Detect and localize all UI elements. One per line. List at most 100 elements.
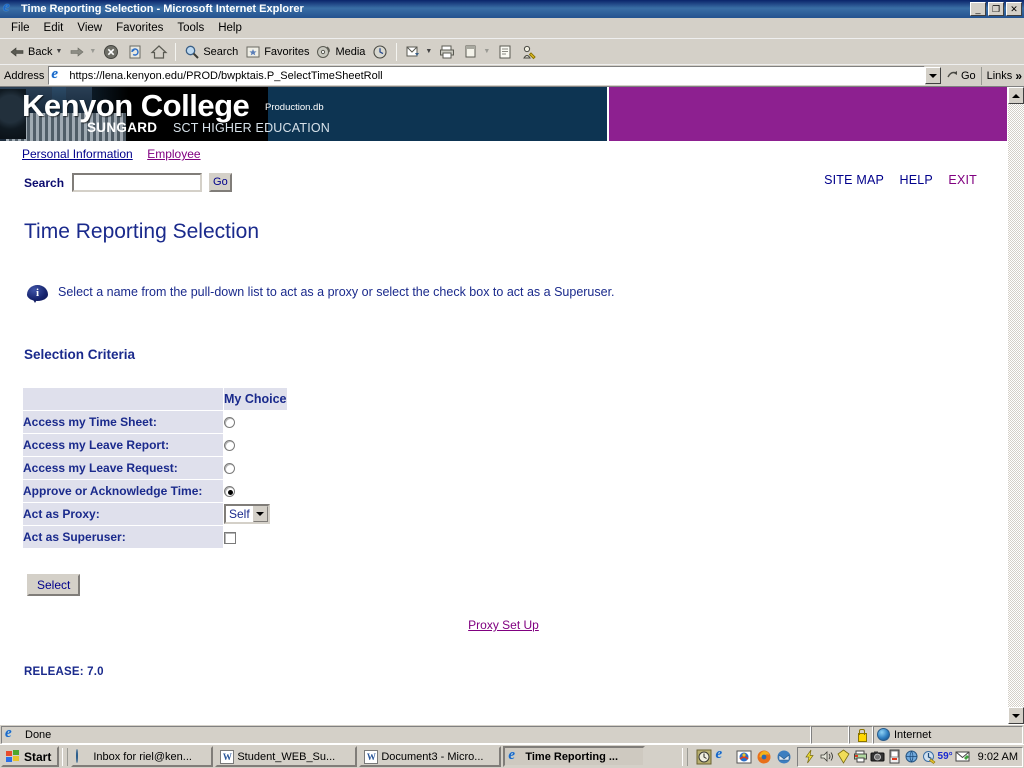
quicklaunch-grip[interactable] — [681, 747, 688, 766]
mail-dropdown-icon[interactable]: ▼ — [425, 48, 432, 55]
messenger-button[interactable] — [517, 41, 541, 63]
search-go-button[interactable]: Go — [209, 173, 232, 192]
stop-button[interactable] — [99, 41, 123, 63]
scroll-down-button[interactable] — [1008, 707, 1024, 724]
menu-favorites[interactable]: Favorites — [109, 20, 170, 36]
row-label-approve-acknowledge-time: Approve or Acknowledge Time: — [23, 480, 223, 502]
minimize-button[interactable]: _ — [970, 2, 986, 16]
back-dropdown-icon[interactable]: ▼ — [55, 48, 62, 55]
volume-icon[interactable] — [819, 749, 834, 764]
forward-button[interactable]: ▼ — [65, 41, 99, 63]
back-button[interactable]: Back ▼ — [5, 41, 65, 63]
browser-toolbar: Back ▼ ▼ Search Favorites Media ▼ ▼ — [0, 38, 1024, 64]
mail-icon — [404, 43, 422, 61]
security-zone-label: Internet — [894, 728, 932, 741]
camera-icon[interactable] — [870, 749, 885, 764]
menu-file[interactable]: File — [4, 20, 37, 36]
site-map-link[interactable]: SITE MAP — [824, 173, 884, 187]
update-icon[interactable] — [921, 749, 936, 764]
taskbar-item-time-reporting[interactable]: Time Reporting ... — [503, 746, 646, 767]
search-toolbar-button[interactable]: Search — [180, 41, 241, 63]
help-link[interactable]: HELP — [899, 173, 932, 187]
firefox-icon[interactable] — [756, 749, 772, 765]
printer-icon[interactable] — [853, 749, 868, 764]
close-button[interactable]: ✕ — [1006, 2, 1022, 16]
menu-help[interactable]: Help — [211, 20, 249, 36]
mail-button[interactable]: ▼ — [401, 41, 435, 63]
status-pane-2 — [811, 725, 849, 744]
exit-link[interactable]: EXIT — [948, 173, 977, 187]
edit-button[interactable]: ▼ — [459, 41, 493, 63]
address-bar: Address https://lena.kenyon.edu/PROD/bwp… — [0, 64, 1024, 86]
links-button[interactable]: Links » — [980, 66, 1022, 85]
menu-tools[interactable]: Tools — [170, 20, 211, 36]
ie-icon[interactable] — [716, 746, 732, 765]
menu-edit[interactable]: Edit — [37, 20, 71, 36]
print-button[interactable] — [435, 41, 459, 63]
checkbox-act-as-superuser[interactable] — [224, 531, 236, 544]
proxy-setup-link[interactable]: Proxy Set Up — [468, 618, 539, 632]
search-input[interactable] — [72, 173, 203, 192]
edit-dropdown-icon[interactable]: ▼ — [483, 48, 490, 55]
status-message-pane: Done — [1, 725, 811, 744]
stop-icon — [102, 43, 120, 61]
home-button[interactable] — [147, 41, 171, 63]
taskbar-item-document3[interactable]: W Document3 - Micro... — [359, 746, 502, 767]
sct-higher-education-label: SCT HIGHER EDUCATION — [173, 121, 331, 135]
taskbar-item-inbox[interactable]: Inbox for riel@ken... — [71, 746, 214, 767]
address-input[interactable]: https://lena.kenyon.edu/PROD/bwpktais.P_… — [48, 66, 925, 85]
chevron-down-icon — [928, 73, 937, 78]
header-blank-cell — [23, 388, 223, 410]
go-button[interactable]: Go — [943, 67, 981, 85]
search-label: Search — [24, 175, 65, 190]
discuss-button[interactable] — [493, 41, 517, 63]
nav-employee[interactable]: Employee — [147, 147, 200, 161]
start-button[interactable]: Start — [1, 746, 60, 767]
menu-view[interactable]: View — [70, 20, 109, 36]
removable-disk-icon[interactable] — [887, 749, 902, 764]
thunderbird-icon[interactable] — [776, 749, 792, 765]
ie-window: Time Reporting Selection - Microsoft Int… — [0, 0, 1024, 768]
refresh-button[interactable] — [123, 41, 147, 63]
row-label-access-leave-report: Access my Leave Report: — [23, 434, 223, 456]
taskbar-grip[interactable] — [62, 747, 69, 766]
history-button[interactable] — [368, 41, 392, 63]
taskbar-item-student-web[interactable]: W Student_WEB_Su... — [215, 746, 358, 767]
act-as-proxy-select[interactable]: Self — [224, 504, 270, 524]
browser-client-area: Kenyon College Production.db SUNGARD SCT… — [0, 86, 1024, 724]
select-button[interactable]: Select — [27, 574, 81, 596]
media-toolbar-button[interactable]: Media — [312, 41, 368, 63]
security-lock-pane[interactable] — [849, 725, 873, 744]
restore-button[interactable]: ❐ — [988, 2, 1004, 16]
chevron-down-icon[interactable] — [252, 506, 268, 522]
messenger-icon — [520, 43, 538, 61]
nav-personal-information[interactable]: Personal Information — [22, 147, 133, 161]
taskbar-clock[interactable]: 9:02 AM — [978, 751, 1018, 763]
power-icon[interactable] — [802, 749, 817, 764]
radio-approve-acknowledge-time[interactable] — [224, 486, 235, 498]
radio-access-time-sheet[interactable] — [224, 417, 235, 429]
radio-access-leave-report[interactable] — [224, 440, 235, 452]
radio-access-leave-request[interactable] — [224, 463, 235, 475]
shield-icon[interactable] — [836, 749, 851, 764]
desktop-icon[interactable] — [736, 749, 752, 765]
mail-tray-icon[interactable] — [955, 749, 970, 764]
taskbar-item-label: Student_WEB_Su... — [237, 750, 336, 763]
selection-criteria-table: My Choice Access my Time Sheet: Access m… — [22, 387, 288, 549]
favorites-toolbar-button[interactable]: Favorites — [241, 41, 312, 63]
media-toolbar-label: Media — [335, 45, 366, 58]
menu-bar: File Edit View Favorites Tools Help — [0, 18, 1024, 38]
weather-temperature[interactable]: 59° — [938, 751, 953, 762]
scrollbar-track[interactable] — [1008, 104, 1024, 707]
clock-icon[interactable] — [696, 749, 712, 765]
vertical-scrollbar[interactable] — [1007, 87, 1024, 724]
address-dropdown-button[interactable] — [924, 67, 941, 84]
network-icon[interactable] — [904, 749, 919, 764]
forward-dropdown-icon[interactable]: ▼ — [89, 48, 96, 55]
scroll-up-button[interactable] — [1008, 87, 1024, 104]
window-titlebar: Time Reporting Selection - Microsoft Int… — [0, 0, 1024, 18]
security-zone-pane[interactable]: Internet — [873, 725, 1023, 744]
status-bar: Done Internet — [0, 724, 1024, 744]
chevron-right-icon[interactable]: » — [1015, 69, 1022, 83]
table-row: Approve or Acknowledge Time: — [23, 480, 287, 502]
